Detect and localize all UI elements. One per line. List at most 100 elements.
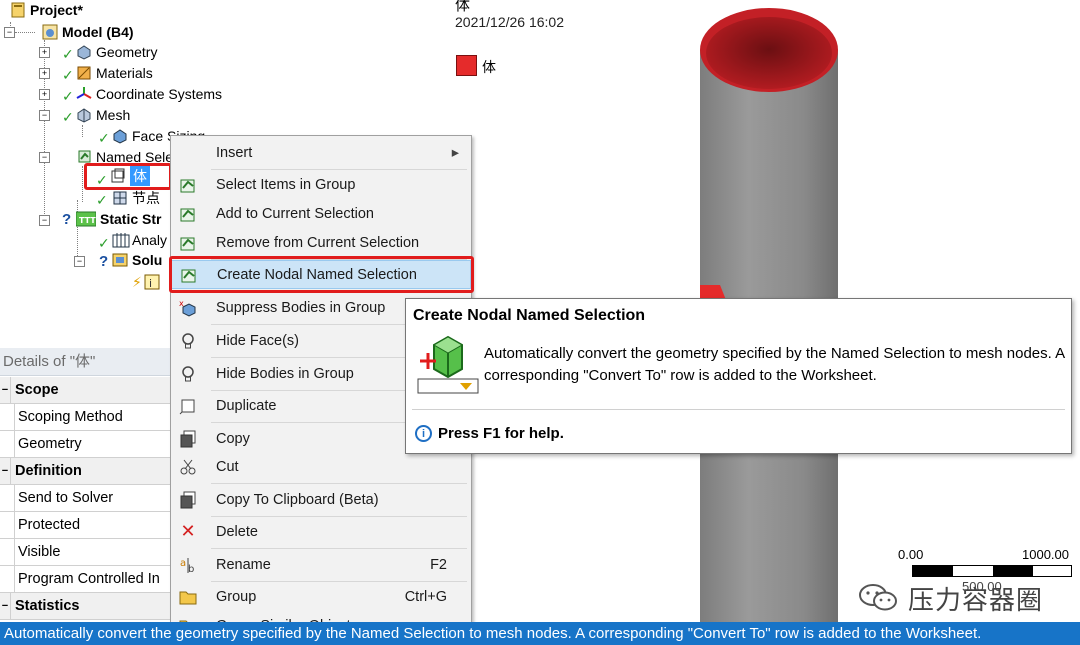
rename-icon: ab xyxy=(179,556,197,574)
mesh-icon xyxy=(76,107,92,123)
expand-geometry-toggle[interactable]: + xyxy=(39,47,50,58)
delete-x-icon: ✕ xyxy=(180,521,196,541)
details-row-scoping-method[interactable]: Scoping Method xyxy=(0,404,170,431)
scale-bar-graphic xyxy=(912,565,1072,577)
tree-item-coordinate-systems[interactable]: Coordinate Systems xyxy=(76,84,222,104)
info-icon: i xyxy=(144,274,160,290)
details-section-scope[interactable]: − Scope xyxy=(0,377,170,404)
status-bar: Automatically convert the geometry speci… xyxy=(0,622,1080,645)
named-selection-icon xyxy=(179,176,197,194)
status-check-icon: ✓ xyxy=(62,109,74,125)
watermark: 压力容器圈 xyxy=(858,580,1043,616)
lightning-icon: ⚡ xyxy=(132,273,142,290)
node-selection-icon xyxy=(112,190,128,206)
suppress-icon: x xyxy=(179,299,197,317)
svg-text:i: i xyxy=(149,277,152,290)
scale-min-label: 0.00 xyxy=(898,547,924,562)
watermark-text: 压力容器圈 xyxy=(908,585,1044,616)
collapse-static-structural-toggle[interactable]: − xyxy=(39,215,50,226)
menu-item-delete[interactable]: ✕ Delete xyxy=(171,517,471,546)
collapse-mesh-toggle[interactable]: − xyxy=(39,110,50,121)
menu-item-group[interactable]: Group Ctrl+G xyxy=(171,582,471,611)
lightbulb-icon xyxy=(179,332,197,350)
tree-item-model[interactable]: Model (B4) xyxy=(42,22,134,42)
tooltip-title: Create Nodal Named Selection xyxy=(413,307,646,324)
folder-icon xyxy=(179,588,197,606)
viewport-timestamp: 2021/12/26 16:02 xyxy=(455,14,564,30)
tree-item-solution-information[interactable]: ⚡ i xyxy=(132,272,164,292)
face-sizing-icon xyxy=(112,128,128,144)
details-section-statistics[interactable]: − Statistics xyxy=(0,593,170,620)
svg-text:b: b xyxy=(188,564,194,574)
project-icon xyxy=(10,2,26,18)
menu-item-insert[interactable]: Insert ▸ xyxy=(171,138,471,167)
viewport-title: 体 xyxy=(455,0,471,14)
submenu-arrow-icon: ▸ xyxy=(451,144,459,161)
expand-materials-toggle[interactable]: + xyxy=(39,68,50,79)
callout-box-ns-body xyxy=(84,163,172,190)
duplicate-icon xyxy=(179,397,197,415)
tooltip-body: Automatically convert the geometry speci… xyxy=(484,345,1065,384)
collapse-section-icon[interactable]: − xyxy=(0,458,11,484)
solution-icon xyxy=(112,252,128,268)
geometry-icon xyxy=(76,44,92,60)
tree-item-analysis-settings[interactable]: Analy xyxy=(112,230,167,250)
clipboard-icon xyxy=(179,491,197,509)
tooltip: Create Nodal Named Selection Automatical… xyxy=(405,298,1072,454)
collapse-model-toggle[interactable]: − xyxy=(4,27,15,38)
status-check-icon: ✓ xyxy=(98,235,110,251)
details-row-program-controlled[interactable]: Program Controlled In xyxy=(0,566,170,593)
legend-swatch xyxy=(456,55,477,76)
details-row-geometry[interactable]: Geometry xyxy=(0,431,170,458)
scissors-icon xyxy=(179,458,197,476)
menu-item-cut[interactable]: Cut xyxy=(171,452,471,481)
callout-box-create-nodal xyxy=(169,256,474,293)
collapse-solution-toggle[interactable]: − xyxy=(74,256,85,267)
named-selection-icon xyxy=(179,234,197,252)
collapse-section-icon[interactable]: − xyxy=(0,593,11,619)
tree-item-geometry[interactable]: Geometry xyxy=(76,42,157,62)
expand-coordinate-systems-toggle[interactable]: + xyxy=(39,89,50,100)
details-grid: − Scope Scoping Method Geometry − Definiti… xyxy=(0,377,170,622)
legend-label: 体 xyxy=(482,59,496,75)
scale-max-label: 1000.00 xyxy=(1022,547,1069,562)
coordinate-systems-icon xyxy=(76,86,92,102)
status-check-icon: ✓ xyxy=(96,192,108,208)
menu-item-rename[interactable]: ab Rename F2 xyxy=(171,550,471,579)
svg-text:TTT: TTT xyxy=(79,216,96,225)
status-check-icon: ✓ xyxy=(62,46,74,62)
tooltip-help: Press F1 for help. xyxy=(438,425,564,442)
status-question-icon: ? xyxy=(99,253,109,270)
collapse-section-icon[interactable]: − xyxy=(0,377,11,403)
static-structural-icon: TTT xyxy=(75,211,97,227)
details-section-definition[interactable]: − Definition xyxy=(0,458,170,485)
tree-item-ns-nodes[interactable]: 节点 xyxy=(112,188,160,208)
tree-item-project[interactable]: Project* xyxy=(10,0,83,20)
status-check-icon: ✓ xyxy=(62,67,74,83)
svg-text:x: x xyxy=(179,299,184,308)
details-header: Details of "体" xyxy=(0,348,170,376)
menu-item-copy-to-clipboard[interactable]: Copy To Clipboard (Beta) xyxy=(171,485,471,514)
status-check-icon: ✓ xyxy=(98,130,110,146)
svg-text:a: a xyxy=(180,558,186,569)
lightbulb-icon xyxy=(179,365,197,383)
copy-icon xyxy=(179,430,197,448)
materials-icon xyxy=(76,65,92,81)
tree-item-static-structural[interactable]: TTT Static Str xyxy=(75,209,161,229)
menu-item-select-items-in-group[interactable]: Select Items in Group xyxy=(171,170,471,199)
named-selection-icon xyxy=(179,205,197,223)
details-row-protected[interactable]: Protected xyxy=(0,512,170,539)
status-check-icon: ✓ xyxy=(62,88,74,104)
details-row-visible[interactable]: Visible xyxy=(0,539,170,566)
tree-item-mesh[interactable]: Mesh xyxy=(76,105,130,125)
status-question-icon: ? xyxy=(62,211,72,228)
collapse-named-selections-toggle[interactable]: − xyxy=(39,152,50,163)
menu-item-remove-from-current-selection[interactable]: Remove from Current Selection xyxy=(171,228,471,257)
details-row-send-to-solver[interactable]: Send to Solver xyxy=(0,485,170,512)
menu-item-add-to-current-selection[interactable]: Add to Current Selection xyxy=(171,199,471,228)
tree-item-materials[interactable]: Materials xyxy=(76,63,153,83)
nodal-selection-icon xyxy=(417,335,479,394)
model-icon xyxy=(42,24,58,40)
tree-item-solution[interactable]: Solu xyxy=(112,250,162,270)
help-info-icon: i xyxy=(415,425,432,442)
